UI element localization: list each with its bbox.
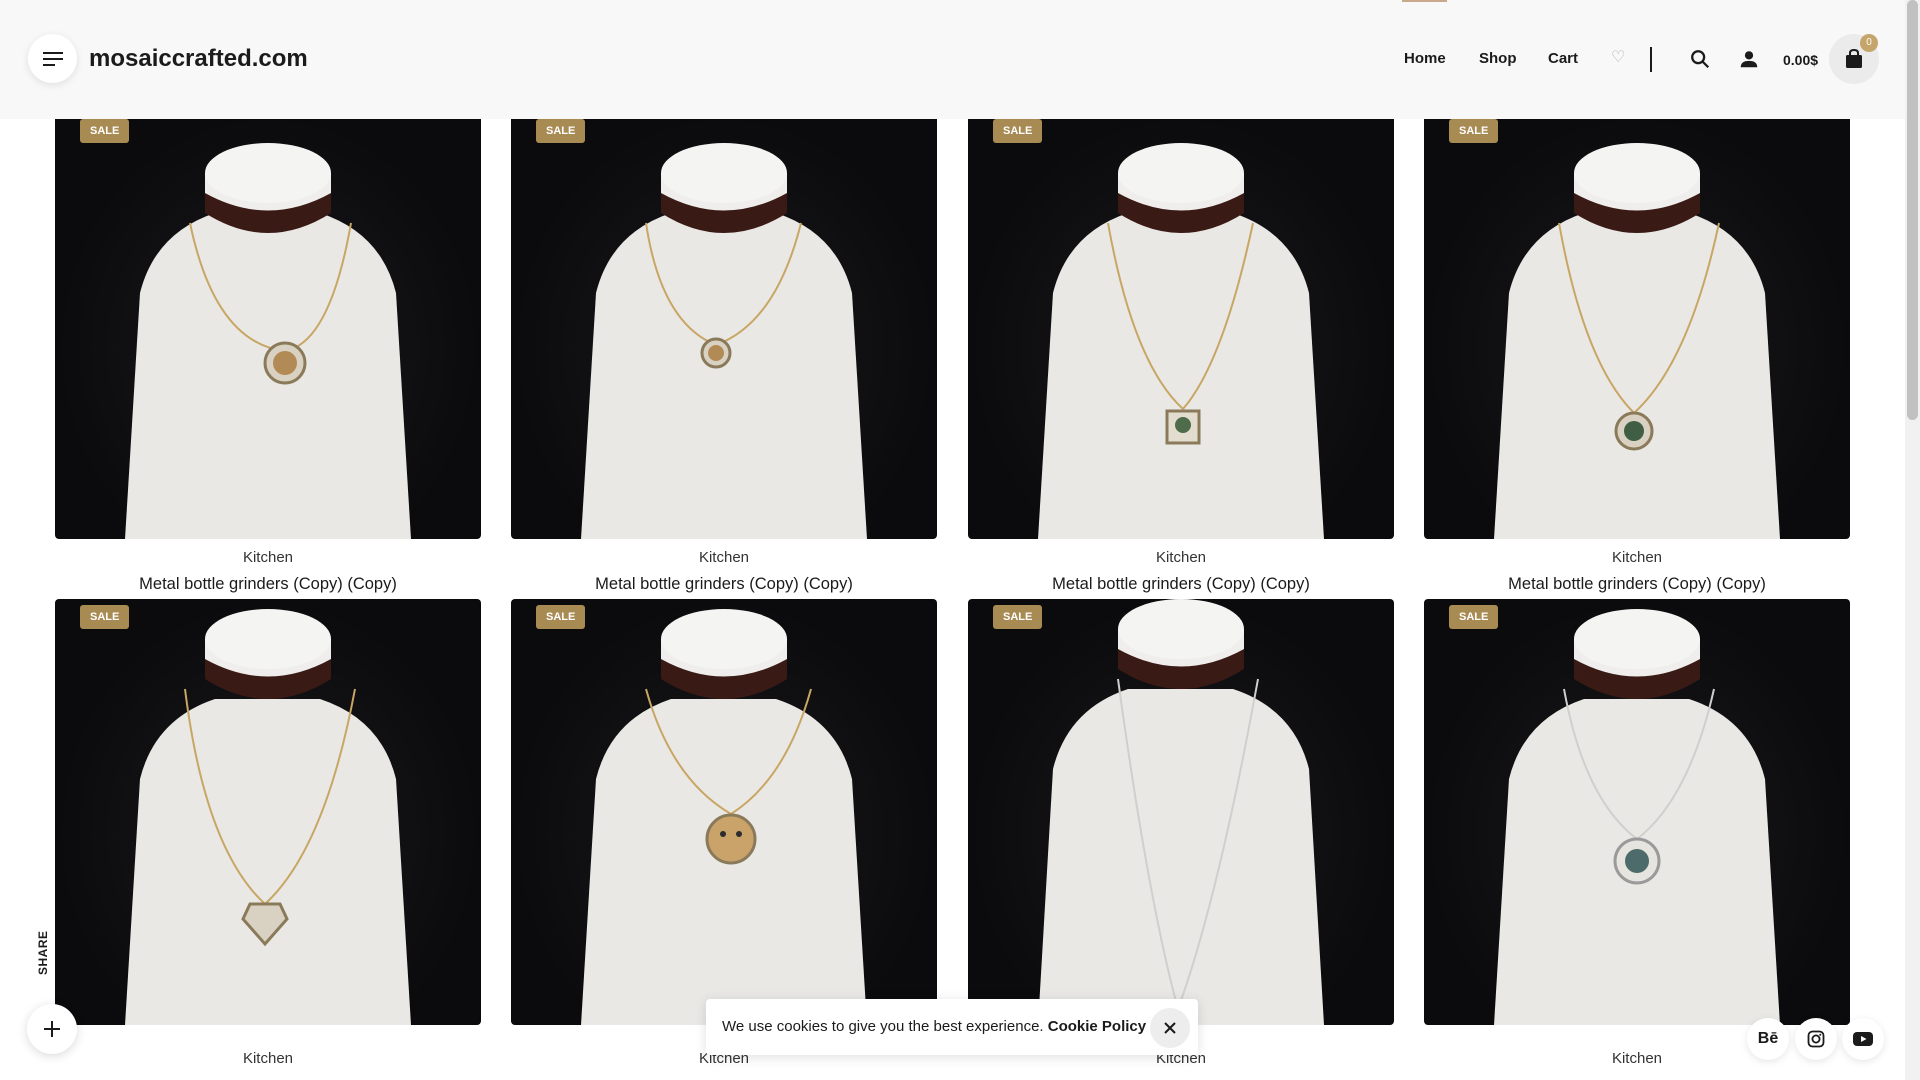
cookie-notice: We use cookies to give you the best expe…: [706, 999, 1198, 1055]
product-title[interactable]: Metal bottle grinders (Copy) (Copy): [968, 573, 1394, 595]
plus-icon: [44, 1021, 60, 1037]
sale-badge: SALE: [1449, 605, 1499, 629]
header-divider: [1650, 47, 1652, 72]
product-title[interactable]: Metal bottle grinders (Copy) (Copy): [55, 573, 481, 595]
product-category[interactable]: Kitchen: [55, 1049, 481, 1069]
bag-icon: [1846, 49, 1862, 68]
site-logo[interactable]: mosaiccrafted.com: [89, 44, 308, 74]
product-image[interactable]: SALE: [968, 113, 1394, 539]
product-category[interactable]: Kitchen: [1424, 548, 1850, 568]
share-button[interactable]: [27, 1004, 77, 1054]
cookie-policy-link[interactable]: Cookie Policy: [1048, 1018, 1146, 1035]
product-grid: SALE Kitchen Metal bottle grinders (Copy…: [0, 0, 1905, 1080]
behance-icon: Bē: [1757, 1030, 1779, 1047]
menu-button[interactable]: [28, 34, 77, 83]
active-nav-indicator: [1402, 0, 1447, 2]
necklace-bust-image: [125, 609, 411, 1025]
cookie-text: We use cookies to give you the best expe…: [722, 1018, 1044, 1035]
necklace-bust-image: [1038, 599, 1324, 1025]
product-category[interactable]: Kitchen: [55, 548, 481, 568]
product-card[interactable]: SALE: [511, 113, 937, 539]
instagram-button[interactable]: [1795, 1018, 1837, 1060]
sale-badge: SALE: [1449, 119, 1499, 143]
product-title[interactable]: Metal bottle grinders (Copy) (Copy): [1424, 573, 1850, 595]
user-icon[interactable]: [1738, 48, 1760, 70]
product-image[interactable]: SALE: [55, 113, 481, 539]
product-image[interactable]: SALE: [511, 113, 937, 539]
product-card[interactable]: SALE: [968, 599, 1394, 1025]
necklace-bust-image: [1038, 143, 1324, 539]
product-category[interactable]: Kitchen: [511, 548, 937, 568]
product-card[interactable]: SALE: [55, 599, 481, 1025]
product-image[interactable]: SALE: [1424, 599, 1850, 1025]
product-card[interactable]: SALE: [968, 113, 1394, 539]
necklace-bust-image: [1494, 143, 1780, 539]
close-icon: [1164, 1022, 1176, 1034]
instagram-icon: [1807, 1030, 1825, 1048]
product-image[interactable]: SALE: [968, 599, 1394, 1025]
cookie-close-button[interactable]: [1150, 1008, 1190, 1048]
scrollbar-thumb[interactable]: [1907, 0, 1918, 420]
product-image[interactable]: SALE: [1424, 113, 1850, 539]
cart-count-badge: 0: [1860, 34, 1878, 52]
heart-icon[interactable]: ♡: [1611, 49, 1625, 67]
nav-shop[interactable]: Shop: [1479, 50, 1517, 68]
search-icon[interactable]: [1689, 48, 1711, 70]
share-label: SHARE: [36, 930, 50, 975]
product-image[interactable]: SALE: [511, 599, 937, 1025]
product-image[interactable]: SALE: [55, 599, 481, 1025]
sale-badge: SALE: [993, 119, 1043, 143]
necklace-bust-image: [581, 609, 867, 1025]
cart-total[interactable]: 0.00$: [1783, 51, 1818, 69]
nav-home[interactable]: Home: [1404, 50, 1446, 68]
necklace-bust-image: [125, 143, 411, 539]
product-category[interactable]: Kitchen: [1424, 1049, 1850, 1069]
product-card[interactable]: SALE: [1424, 113, 1850, 539]
product-category[interactable]: Kitchen: [968, 548, 1394, 568]
product-card[interactable]: SALE: [511, 599, 937, 1025]
cookie-message: We use cookies to give you the best expe…: [722, 1018, 1146, 1036]
sale-badge: SALE: [536, 119, 586, 143]
nav-cart[interactable]: Cart: [1548, 50, 1578, 68]
product-title[interactable]: Metal bottle grinders (Copy) (Copy): [511, 573, 937, 595]
site-header: mosaiccrafted.com Home Shop Cart ♡ 0.00$…: [0, 0, 1905, 119]
sale-badge: SALE: [536, 605, 586, 629]
sale-badge: SALE: [80, 119, 130, 143]
necklace-bust-image: [581, 143, 867, 539]
sale-badge: SALE: [993, 605, 1043, 629]
youtube-button[interactable]: [1842, 1018, 1884, 1060]
youtube-icon: [1853, 1032, 1873, 1046]
sale-badge: SALE: [80, 605, 130, 629]
product-card[interactable]: SALE: [1424, 599, 1850, 1025]
menu-icon: [42, 51, 63, 66]
necklace-bust-image: [1494, 609, 1780, 1025]
product-card[interactable]: SALE: [55, 113, 481, 539]
behance-button[interactable]: Bē: [1747, 1018, 1789, 1060]
